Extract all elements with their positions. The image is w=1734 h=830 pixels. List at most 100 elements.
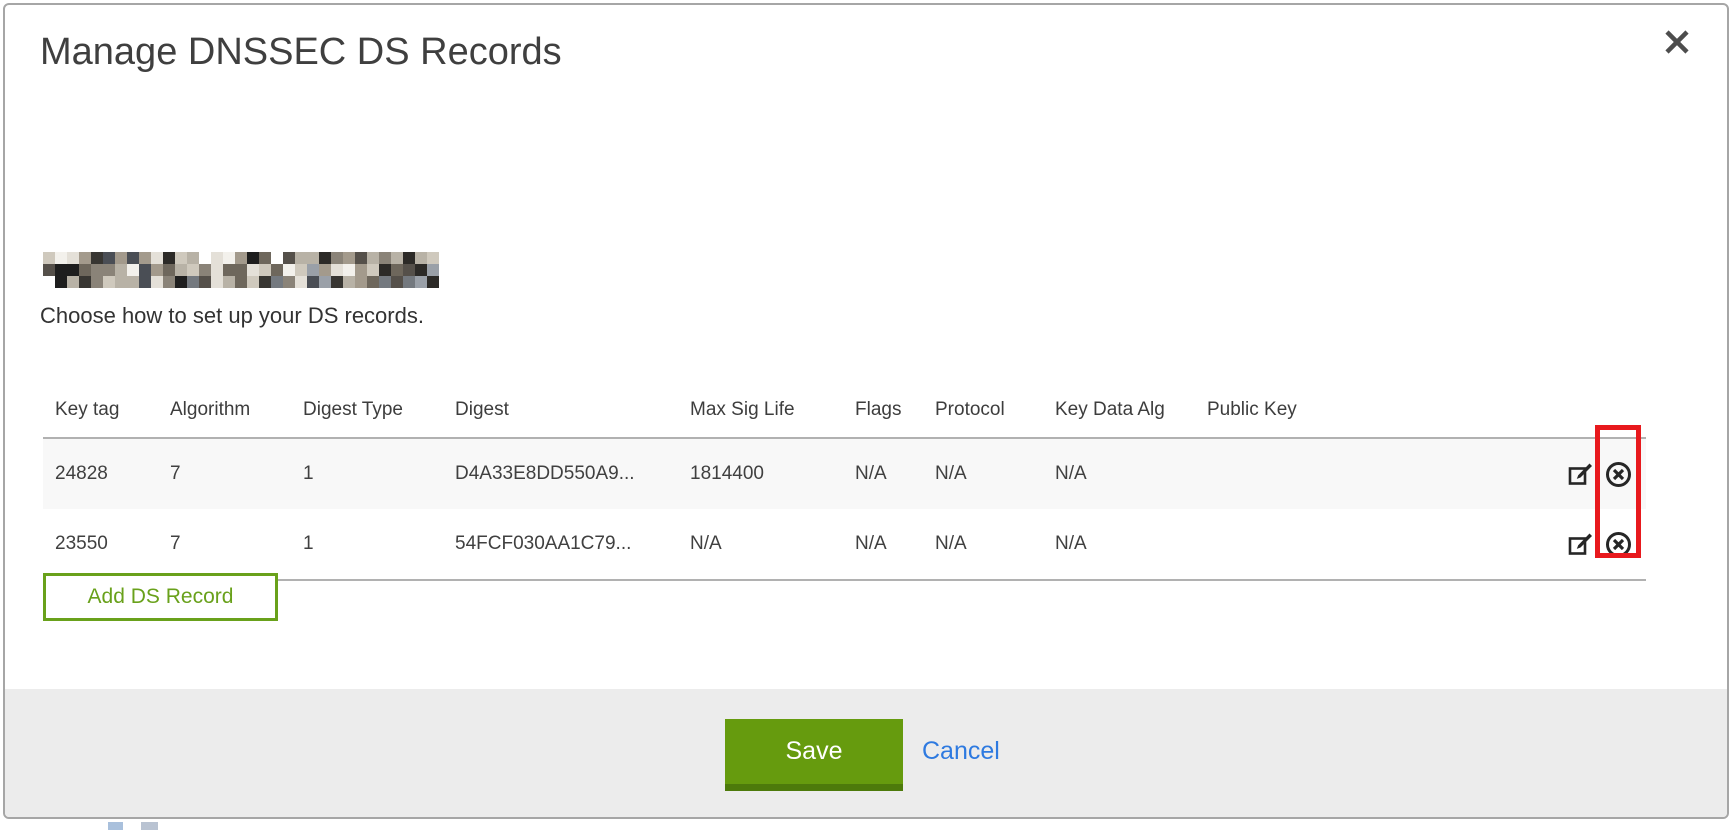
col-header-flags: Flags: [843, 363, 923, 438]
manage-dnssec-dialog: Manage DNSSEC DS Records Choose how to s…: [3, 3, 1729, 819]
redacted-pixel: [319, 252, 331, 264]
redacted-pixel: [43, 252, 55, 264]
redacted-pixel: [271, 264, 283, 276]
add-ds-record-button[interactable]: Add DS Record: [43, 573, 278, 621]
redacted-pixel: [295, 264, 307, 276]
cell-algorithm: 7: [158, 509, 291, 580]
redacted-pixel: [271, 276, 283, 288]
delete-record-button[interactable]: [1605, 531, 1632, 558]
redacted-pixel: [211, 264, 223, 276]
redacted-pixel: [247, 276, 259, 288]
close-icon: [1664, 29, 1690, 58]
cell-digest-type: 1: [291, 509, 443, 580]
redacted-pixel: [163, 276, 175, 288]
edit-record-button[interactable]: [1567, 461, 1594, 488]
dialog-title: Manage DNSSEC DS Records: [40, 31, 562, 74]
dialog-footer: Save Cancel: [5, 689, 1727, 817]
redacted-pixel: [355, 276, 367, 288]
redacted-pixel: [103, 264, 115, 276]
redacted-pixel: [367, 264, 379, 276]
edit-icon: [1567, 546, 1594, 561]
cell-protocol: N/A: [923, 509, 1043, 580]
col-header-max-sig-life: Max Sig Life: [678, 363, 843, 438]
redacted-pixel: [415, 252, 427, 264]
redacted-pixel: [247, 252, 259, 264]
redacted-pixel: [283, 264, 295, 276]
cell-protocol: N/A: [923, 438, 1043, 509]
redacted-pixel: [91, 276, 103, 288]
redacted-pixel: [307, 252, 319, 264]
cell-key-tag: 24828: [43, 438, 158, 509]
redacted-pixel: [343, 264, 355, 276]
cell-algorithm: 7: [158, 438, 291, 509]
redacted-pixel: [223, 276, 235, 288]
redacted-pixel: [139, 252, 151, 264]
redacted-pixel: [127, 264, 139, 276]
delete-record-button[interactable]: [1605, 461, 1632, 488]
redacted-pixel: [163, 252, 175, 264]
redacted-pixel: [391, 276, 403, 288]
dialog-subtitle: Choose how to set up your DS records.: [40, 299, 424, 333]
redacted-pixel: [91, 252, 103, 264]
redacted-pixel: [187, 252, 199, 264]
redacted-pixel: [235, 252, 247, 264]
redacted-pixel: [79, 252, 91, 264]
redacted-pixel: [163, 264, 175, 276]
redacted-pixel: [403, 276, 415, 288]
edit-record-button[interactable]: [1567, 531, 1594, 558]
redacted-pixel: [235, 264, 247, 276]
redacted-pixel: [175, 252, 187, 264]
close-button[interactable]: [1661, 27, 1693, 59]
col-header-digest: Digest: [443, 363, 678, 438]
redacted-pixel: [199, 264, 211, 276]
redacted-pixel: [199, 252, 211, 264]
redacted-pixel: [355, 252, 367, 264]
redacted-pixel: [427, 264, 439, 276]
cell-digest: 54FCF030AA1C79...: [443, 509, 678, 580]
redacted-pixel: [259, 276, 271, 288]
cell-max-sig-life: 1814400: [678, 438, 843, 509]
cell-actions: [1550, 509, 1646, 580]
cell-public-key: [1195, 438, 1550, 509]
redacted-pixel: [283, 276, 295, 288]
redacted-pixel: [307, 276, 319, 288]
col-header-public-key: Public Key: [1195, 363, 1550, 438]
redacted-pixel: [415, 276, 427, 288]
delete-icon: [1605, 546, 1632, 561]
background-page-artifact: [141, 822, 158, 830]
redacted-pixel: [43, 264, 55, 276]
redacted-pixel: [307, 264, 319, 276]
cell-public-key: [1195, 509, 1550, 580]
redacted-pixel: [355, 264, 367, 276]
redacted-pixel: [235, 276, 247, 288]
redacted-pixel: [331, 252, 343, 264]
redacted-pixel: [175, 276, 187, 288]
redacted-pixel: [67, 264, 79, 276]
cancel-link[interactable]: Cancel: [922, 737, 1000, 766]
redacted-pixel: [379, 252, 391, 264]
redacted-pixel: [343, 276, 355, 288]
save-button[interactable]: Save: [725, 719, 903, 791]
redacted-pixel: [55, 276, 67, 288]
redacted-pixel: [115, 264, 127, 276]
redacted-pixel: [151, 264, 163, 276]
ds-records-table: Key tag Algorithm Digest Type Digest Max…: [43, 363, 1646, 581]
cell-key-data-alg: N/A: [1043, 509, 1195, 580]
redacted-pixel: [247, 264, 259, 276]
redacted-pixel: [427, 276, 439, 288]
col-header-key-tag: Key tag: [43, 363, 158, 438]
redacted-pixel: [67, 252, 79, 264]
redacted-pixel: [91, 264, 103, 276]
redacted-pixel: [103, 276, 115, 288]
redacted-pixel: [415, 264, 427, 276]
redacted-pixel: [43, 276, 55, 288]
redacted-pixel: [139, 264, 151, 276]
redacted-pixel: [391, 252, 403, 264]
redacted-pixel: [319, 264, 331, 276]
background-page-artifact: [108, 822, 123, 830]
redacted-pixel: [403, 252, 415, 264]
col-header-digest-type: Digest Type: [291, 363, 443, 438]
redacted-pixel: [271, 252, 283, 264]
redacted-pixel: [379, 264, 391, 276]
redacted-pixel: [391, 264, 403, 276]
